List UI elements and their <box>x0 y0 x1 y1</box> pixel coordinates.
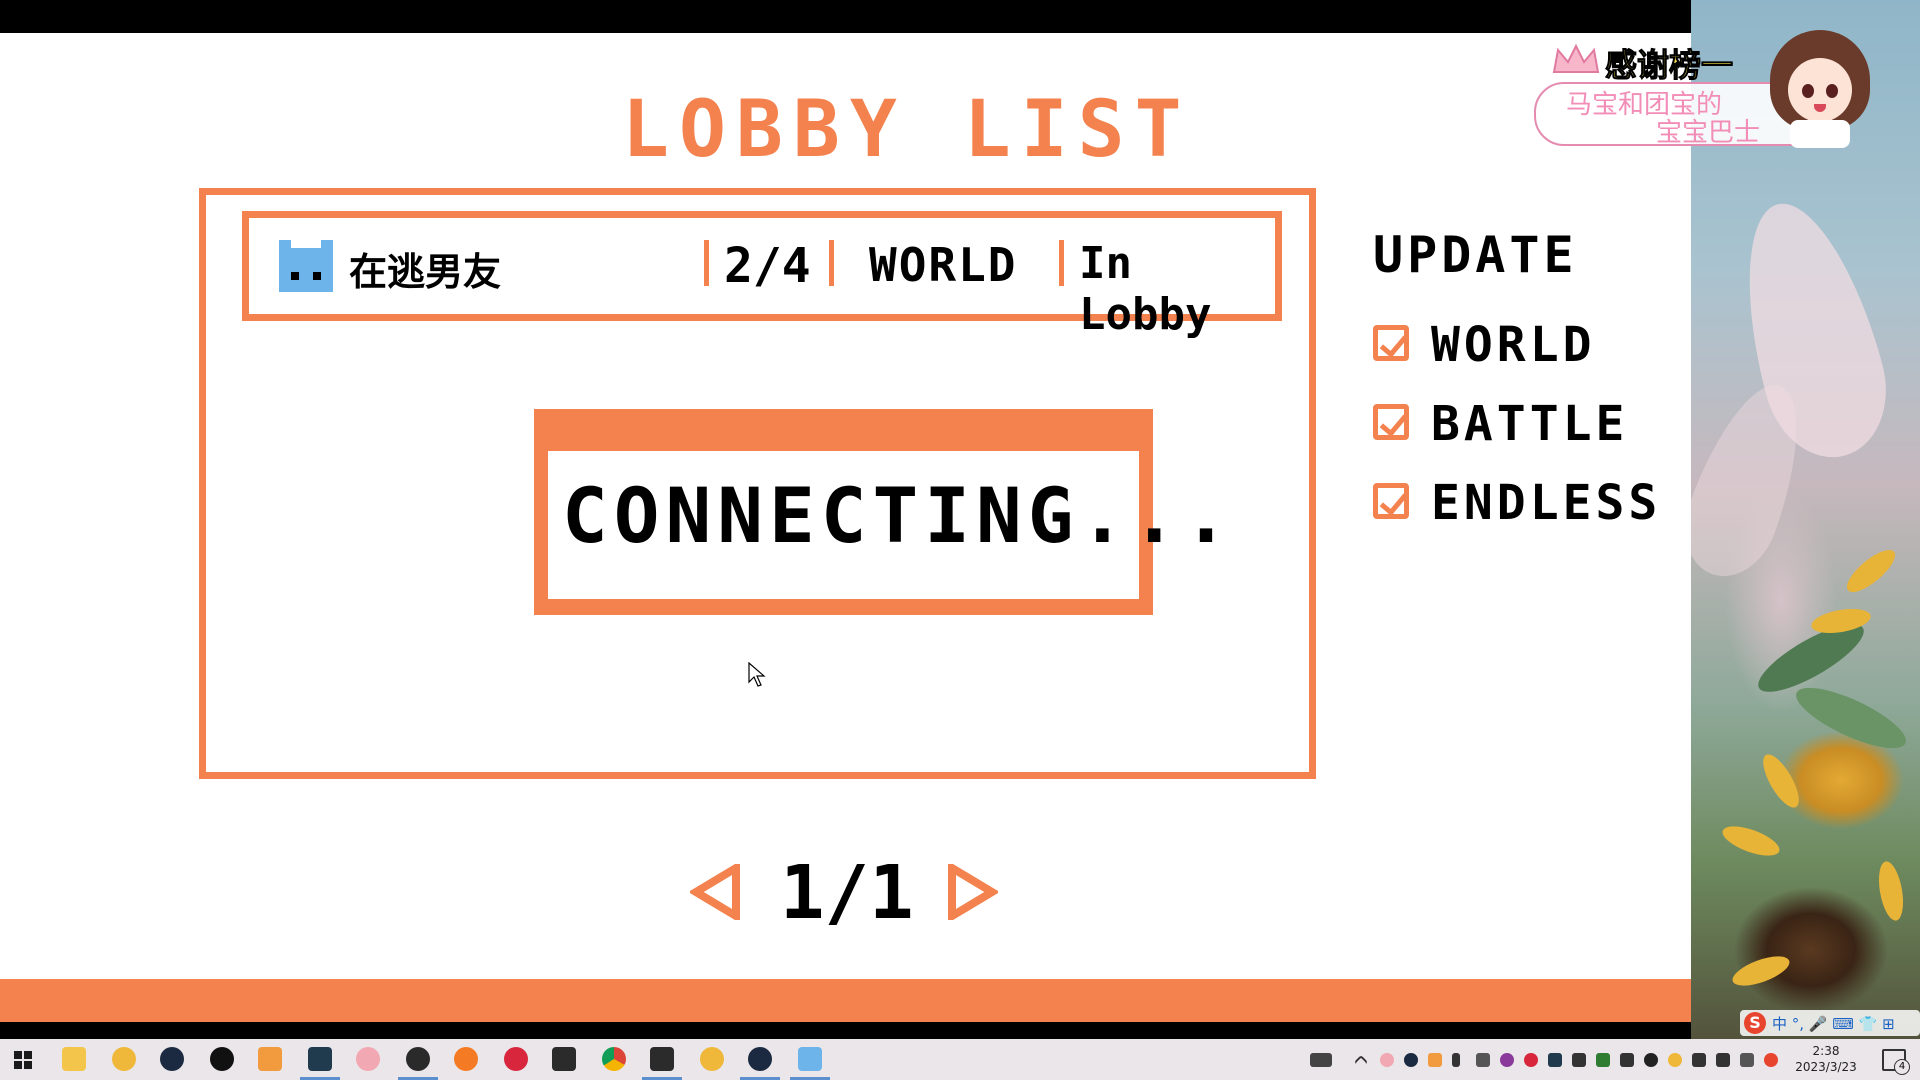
unity-icon[interactable] <box>552 1047 576 1071</box>
owl-app-icon-2[interactable] <box>700 1047 724 1071</box>
speaker-icon[interactable] <box>1692 1053 1706 1067</box>
checkbox-checked-icon[interactable] <box>1373 325 1409 361</box>
file-explorer-icon[interactable] <box>62 1047 86 1071</box>
lobby-list-title: LOBBY LIST <box>622 85 1192 175</box>
prev-page-icon[interactable] <box>690 864 742 920</box>
sogou-tray-icon[interactable] <box>1764 1053 1778 1067</box>
cat-avatar-icon <box>279 240 333 292</box>
owl-app-icon[interactable] <box>112 1047 136 1071</box>
checkbox-checked-icon[interactable] <box>1373 483 1409 519</box>
game-window-icon[interactable] <box>798 1047 822 1071</box>
checkbox-checked-icon[interactable] <box>1373 404 1409 440</box>
pagination: 1/1 <box>690 850 1010 936</box>
lobby-name: 在逃男友 <box>349 250 502 294</box>
help-app-icon[interactable] <box>258 1047 282 1071</box>
game-launcher-icon[interactable] <box>308 1047 332 1071</box>
next-page-icon[interactable] <box>946 864 998 920</box>
overlay-title: 感谢榜一 <box>1604 46 1734 85</box>
desktop-wallpaper <box>1669 0 1920 1080</box>
page-indicator: 1/1 <box>780 850 914 936</box>
microphone-icon[interactable] <box>1452 1053 1460 1067</box>
chibi-mascot-icon <box>1770 30 1870 148</box>
filter-label: ENDLESS <box>1431 475 1662 531</box>
unity-hub-icon[interactable] <box>650 1047 674 1071</box>
ime-toolbar[interactable]: S 中 °, 🎤 ⌨ 👕 ⊞ <box>1740 1010 1920 1036</box>
tray-owl-icon[interactable] <box>1668 1053 1682 1067</box>
tray-app-icon[interactable] <box>1428 1053 1442 1067</box>
keyboard-icon[interactable] <box>1310 1053 1332 1067</box>
update-heading: UPDATE <box>1373 226 1578 284</box>
divider <box>704 240 709 286</box>
lobby-player-count: 2/4 <box>724 238 811 294</box>
notification-center-icon[interactable]: 4 <box>1882 1049 1910 1075</box>
netease-music-icon[interactable] <box>504 1047 528 1071</box>
windows-start-icon[interactable] <box>14 1051 32 1069</box>
tray-app-icon[interactable] <box>1500 1053 1514 1067</box>
stream-overlay: 感谢榜一 马宝和团宝的 宝宝巴士 <box>1530 30 1910 150</box>
system-clock[interactable]: 2:38 2023/3/23 <box>1786 1043 1866 1075</box>
crown-icon <box>1552 43 1600 73</box>
steam-icon[interactable] <box>160 1047 184 1071</box>
lobby-row[interactable]: 在逃男友 2/4 WORLD In Lobby <box>242 211 1282 340</box>
connecting-text: CONNECTING... <box>562 471 1235 560</box>
ime-mode-icon[interactable] <box>1740 1053 1754 1067</box>
lobby-status: In Lobby <box>1079 238 1212 340</box>
filter-label: BATTLE <box>1431 396 1629 452</box>
clock-time: 2:38 <box>1812 1044 1840 1058</box>
tray-app-icon[interactable] <box>1548 1053 1562 1067</box>
orange-app-icon[interactable] <box>454 1047 478 1071</box>
tray-steam-icon[interactable] <box>1404 1053 1418 1067</box>
chevron-up-icon[interactable] <box>1353 1054 1369 1070</box>
overlay-line-2: 宝宝巴士 <box>1656 118 1761 148</box>
qq-penguin-icon[interactable] <box>210 1047 234 1071</box>
tray-app-icon[interactable] <box>1644 1053 1658 1067</box>
mouse-cursor-icon <box>748 662 766 687</box>
ime-status[interactable]: 中 °, 🎤 ⌨ 👕 ⊞ <box>1772 1013 1895 1034</box>
tray-netease-icon[interactable] <box>1524 1053 1538 1067</box>
lobby-mode: WORLD <box>869 238 1018 292</box>
steam-client-icon[interactable] <box>748 1047 772 1071</box>
divider <box>829 240 834 286</box>
clock-date: 2023/3/23 <box>1795 1060 1857 1074</box>
divider <box>1059 240 1064 286</box>
connecting-dialog: CONNECTING... <box>534 409 1229 615</box>
sogou-logo-icon[interactable]: S <box>1744 1012 1766 1034</box>
tray-app-icon[interactable] <box>1380 1053 1394 1067</box>
chrome-icon[interactable] <box>602 1047 626 1071</box>
taskbar: 2:38 2023/3/23 4 <box>0 1039 1920 1080</box>
notification-count: 4 <box>1894 1059 1910 1075</box>
footer-band <box>0 979 1691 1022</box>
obs-icon[interactable] <box>406 1047 430 1071</box>
nvidia-icon[interactable] <box>1596 1053 1610 1067</box>
pink-app-icon[interactable] <box>356 1047 380 1071</box>
network-icon[interactable] <box>1716 1053 1730 1067</box>
filter-label: WORLD <box>1431 317 1596 373</box>
tray-app-icon[interactable] <box>1476 1053 1490 1067</box>
volume-icon[interactable] <box>1620 1053 1634 1067</box>
tray-app-icon[interactable] <box>1572 1053 1586 1067</box>
